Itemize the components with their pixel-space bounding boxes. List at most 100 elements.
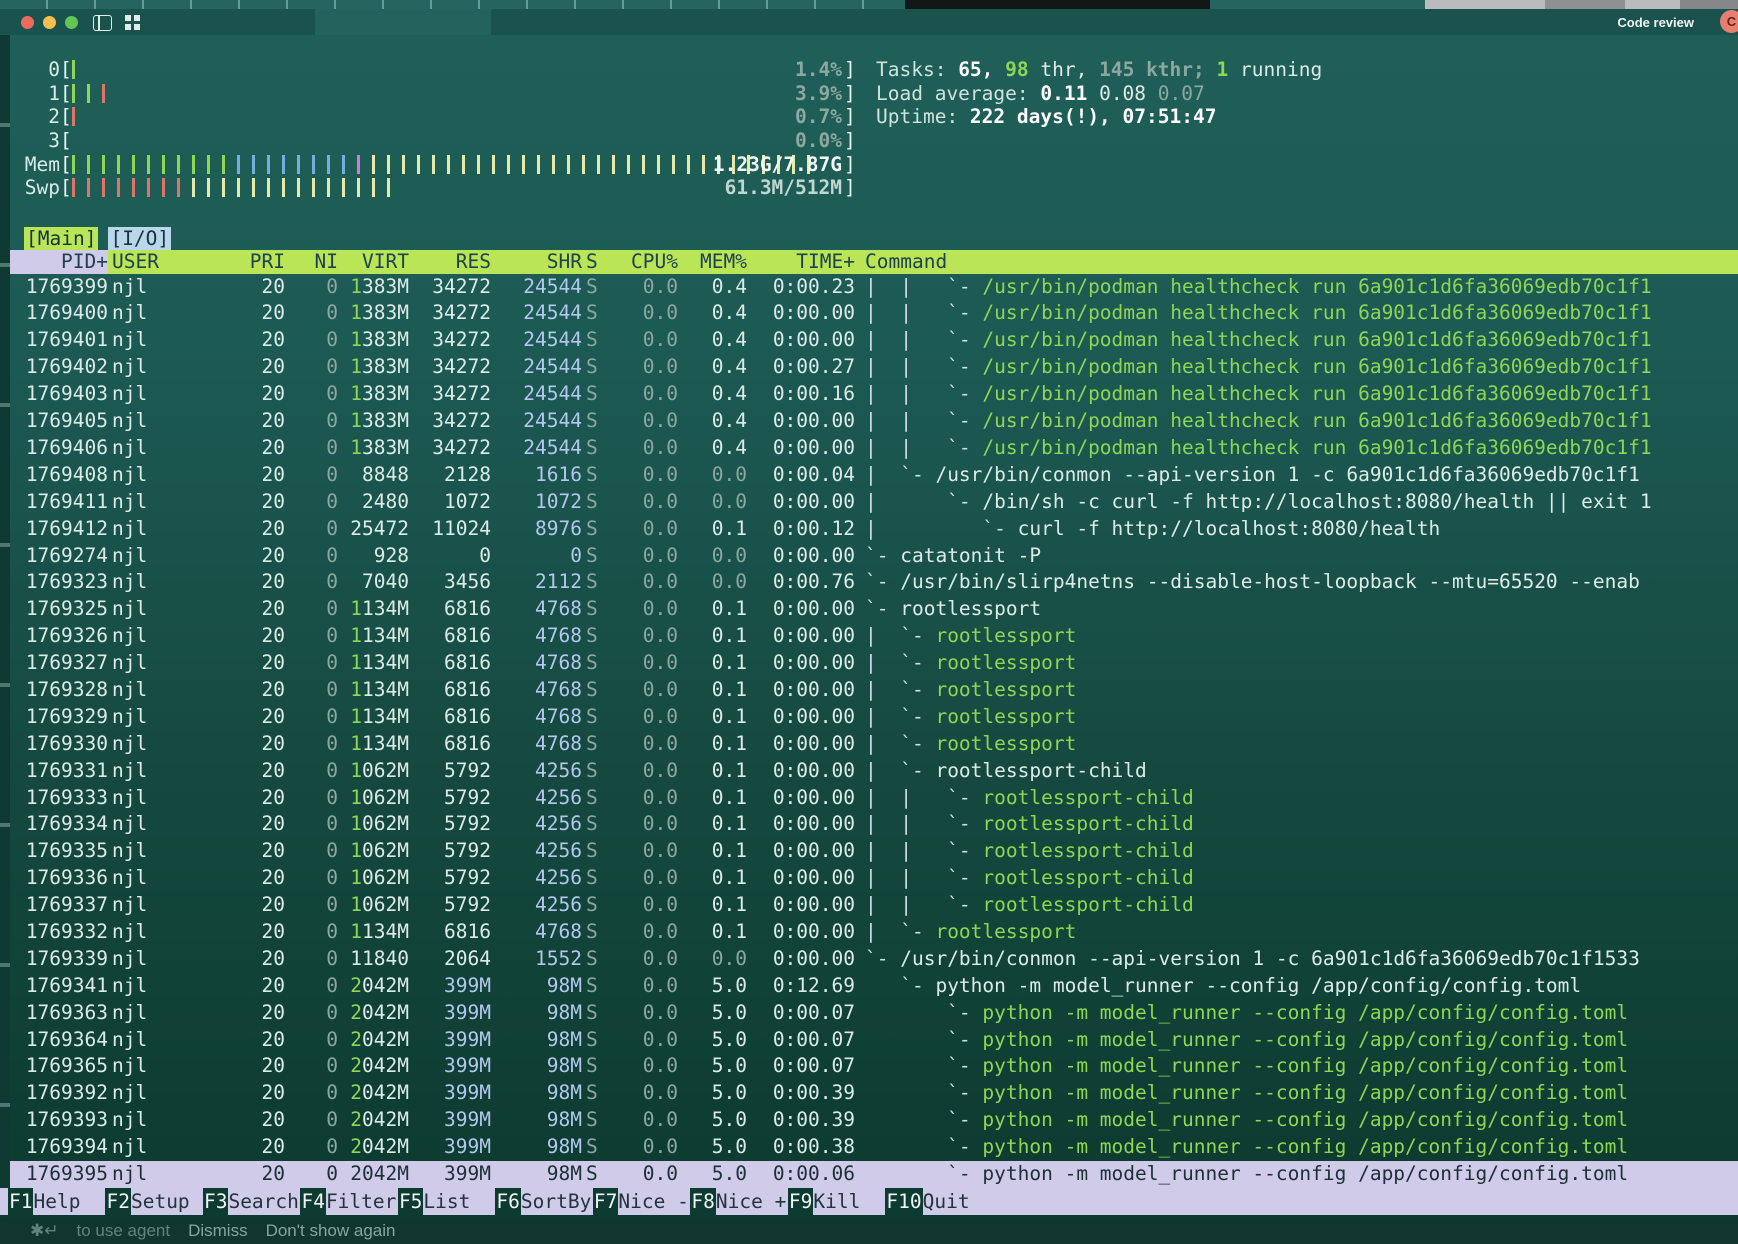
avatar[interactable]: C [1720, 10, 1738, 33]
process-row[interactable]: 1769393njl2002042M399M98MS0.05.00:00.39 … [10, 1107, 1738, 1134]
process-row-selected[interactable]: 1769395njl2002042M399M98MS0.05.00:00.06 … [10, 1161, 1738, 1188]
process-row[interactable]: 1769334njl2001062M57924256S0.00.10:00.00… [10, 811, 1738, 838]
fnkey-f9-kill[interactable]: F9Kill [788, 1188, 885, 1215]
process-row[interactable]: 1769392njl2002042M399M98MS0.05.00:00.39 … [10, 1080, 1738, 1107]
minimize-button[interactable] [43, 16, 56, 29]
fnkey-f4-filter[interactable]: F4Filter [300, 1188, 397, 1215]
virt-rest: 134M [362, 678, 409, 701]
priority-cell: 20 [223, 516, 285, 543]
process-row[interactable]: 1769323njl200704034562112S0.00.00:00.76`… [10, 569, 1738, 596]
process-row[interactable]: 1769402njl2001383M3427224544S0.00.40:00.… [10, 354, 1738, 381]
column-header-pri[interactable]: PRI [223, 250, 285, 274]
virt-cell: 1134M [338, 650, 409, 677]
process-row[interactable]: 1769327njl2001134M68164768S0.00.10:00.00… [10, 650, 1738, 677]
process-row[interactable]: 1769336njl2001062M57924256S0.00.10:00.00… [10, 865, 1738, 892]
process-row[interactable]: 1769332njl2001134M68164768S0.00.10:00.00… [10, 919, 1738, 946]
dont-show-again-button[interactable]: Don't show again [266, 1218, 396, 1244]
tab-main[interactable]: [Main] [24, 227, 98, 251]
tree-prefix: `- [865, 1081, 982, 1104]
red-meter-bar [102, 84, 117, 103]
process-row[interactable]: 1769326njl2001134M68164768S0.00.10:00.00… [10, 623, 1738, 650]
process-row[interactable]: 1769337njl2001062M57924256S0.00.10:00.00… [10, 892, 1738, 919]
sidebar-toggle-icon[interactable] [93, 15, 112, 31]
process-row[interactable]: 1769364njl2002042M399M98MS0.05.00:00.07 … [10, 1027, 1738, 1054]
fn-key-number: F5 [398, 1188, 423, 1215]
virt-rest: 042M [362, 1001, 409, 1024]
column-header-s[interactable]: S [582, 250, 597, 274]
process-row[interactable]: 1769274njl20092800S0.00.00:00.00`- catat… [10, 543, 1738, 570]
column-header-ni[interactable]: NI [285, 250, 338, 274]
process-row[interactable]: 1769399njl2001383M3427224544S0.00.40:00.… [10, 274, 1738, 301]
fnkey-f2-setup[interactable]: F2Setup [105, 1188, 202, 1215]
mem-pct-cell: 0.1 [678, 892, 747, 919]
state-cell: S [582, 1027, 597, 1054]
bracket-close: ] [844, 129, 856, 153]
fnkey-f8-nice+[interactable]: F8Nice + [690, 1188, 787, 1215]
grid-layout-icon[interactable] [125, 15, 140, 30]
yellow-meter-bar [207, 178, 222, 197]
tab-io[interactable]: [I/O] [108, 227, 171, 251]
process-row[interactable]: 1769330njl2001134M68164768S0.00.10:00.00… [10, 731, 1738, 758]
nice-cell: 0 [285, 731, 338, 758]
close-button[interactable] [21, 16, 34, 29]
process-row[interactable]: 1769401njl2001383M3427224544S0.00.40:00.… [10, 327, 1738, 354]
virt-cell: 1383M [338, 354, 409, 381]
command-cell: `- python -m model_runner --config /app/… [855, 1134, 1738, 1161]
fn-key-number: F1 [8, 1188, 33, 1215]
command-text: /usr/bin/slirp4netns --disable-host-loop… [900, 570, 1640, 593]
process-row[interactable]: 1769331njl2001062M57924256S0.00.10:00.00… [10, 758, 1738, 785]
fnkey-f10-quit[interactable]: F10Quit [885, 1188, 994, 1215]
shr-cell: 4768 [491, 704, 582, 731]
process-row[interactable]: 1769394njl2002042M399M98MS0.05.00:00.38 … [10, 1134, 1738, 1161]
red-meter-bar [117, 178, 132, 197]
column-header-shr[interactable]: SHR [491, 250, 582, 274]
fnkey-f7-nice-[interactable]: F7Nice - [593, 1188, 690, 1215]
column-header-time[interactable]: TIME+ [747, 250, 855, 274]
process-row[interactable]: 1769403njl2001383M3427224544S0.00.40:00.… [10, 381, 1738, 408]
cpu-2-meter-label: 2 [14, 105, 60, 129]
zoom-button[interactable] [65, 16, 78, 29]
dismiss-button[interactable]: Dismiss [188, 1218, 248, 1244]
process-row[interactable]: 1769405njl2001383M3427224544S0.00.40:00.… [10, 408, 1738, 435]
process-row[interactable]: 1769412njl20025472110248976S0.00.10:00.1… [10, 516, 1738, 543]
process-row[interactable]: 1769339njl2001184020641552S0.00.00:00.00… [10, 946, 1738, 973]
process-row[interactable]: 1769335njl2001062M57924256S0.00.10:00.00… [10, 838, 1738, 865]
virt-cell: 1134M [338, 731, 409, 758]
process-row[interactable]: 1769411njl200248010721072S0.00.00:00.00|… [10, 489, 1738, 516]
column-header-res[interactable]: RES [409, 250, 491, 274]
process-row[interactable]: 1769363njl2002042M399M98MS0.05.00:00.07 … [10, 1000, 1738, 1027]
column-header-pid[interactable]: PID+ [10, 250, 108, 274]
priority-cell: 20 [223, 1027, 285, 1054]
process-row[interactable]: 1769341njl2002042M399M98MS0.05.00:12.69 … [10, 973, 1738, 1000]
priority-cell: 20 [223, 489, 285, 516]
column-header-cpu[interactable]: CPU% [597, 250, 678, 274]
process-row[interactable]: 1769329njl2001134M68164768S0.00.10:00.00… [10, 704, 1738, 731]
process-row[interactable]: 1769365njl2002042M399M98MS0.05.00:00.07 … [10, 1053, 1738, 1080]
tree-prefix: | `- [865, 920, 935, 943]
pid-cell: 1769339 [10, 946, 108, 973]
process-row[interactable]: 1769328njl2001134M68164768S0.00.10:00.00… [10, 677, 1738, 704]
process-row[interactable]: 1769408njl200884821281616S0.00.00:00.04|… [10, 462, 1738, 489]
column-header-virt[interactable]: VIRT [338, 250, 409, 274]
process-row[interactable]: 1769325njl2001134M68164768S0.00.10:00.00… [10, 596, 1738, 623]
virt-cell: 1134M [338, 704, 409, 731]
process-row[interactable]: 1769333njl2001062M57924256S0.00.10:00.00… [10, 785, 1738, 812]
priority-cell: 20 [223, 919, 285, 946]
mem-pct-cell: 0.1 [678, 811, 747, 838]
user-cell: njl [108, 892, 223, 919]
column-header-command[interactable]: Command [855, 250, 1738, 274]
fnkey-f1-help[interactable]: F1Help [8, 1188, 105, 1215]
column-header-mem[interactable]: MEM% [678, 250, 747, 274]
process-row[interactable]: 1769400njl2001383M3427224544S0.00.40:00.… [10, 300, 1738, 327]
mem-pct-cell: 0.1 [678, 704, 747, 731]
fnkey-f5-list[interactable]: F5List [398, 1188, 495, 1215]
fnkey-f3-search[interactable]: F3Search [203, 1188, 300, 1215]
command-text: python -m model_runner --config /app/con… [982, 1054, 1628, 1077]
mem-pct-cell: 5.0 [678, 1027, 747, 1054]
virt-rest: 134M [362, 705, 409, 728]
yellow-meter-bar [642, 155, 657, 174]
fnkey-f6-sortby[interactable]: F6SortBy [495, 1188, 592, 1215]
process-row[interactable]: 1769406njl2001383M3427224544S0.00.40:00.… [10, 435, 1738, 462]
column-header-user[interactable]: USER [108, 250, 223, 274]
time-cell: 0:00.00 [747, 596, 855, 623]
